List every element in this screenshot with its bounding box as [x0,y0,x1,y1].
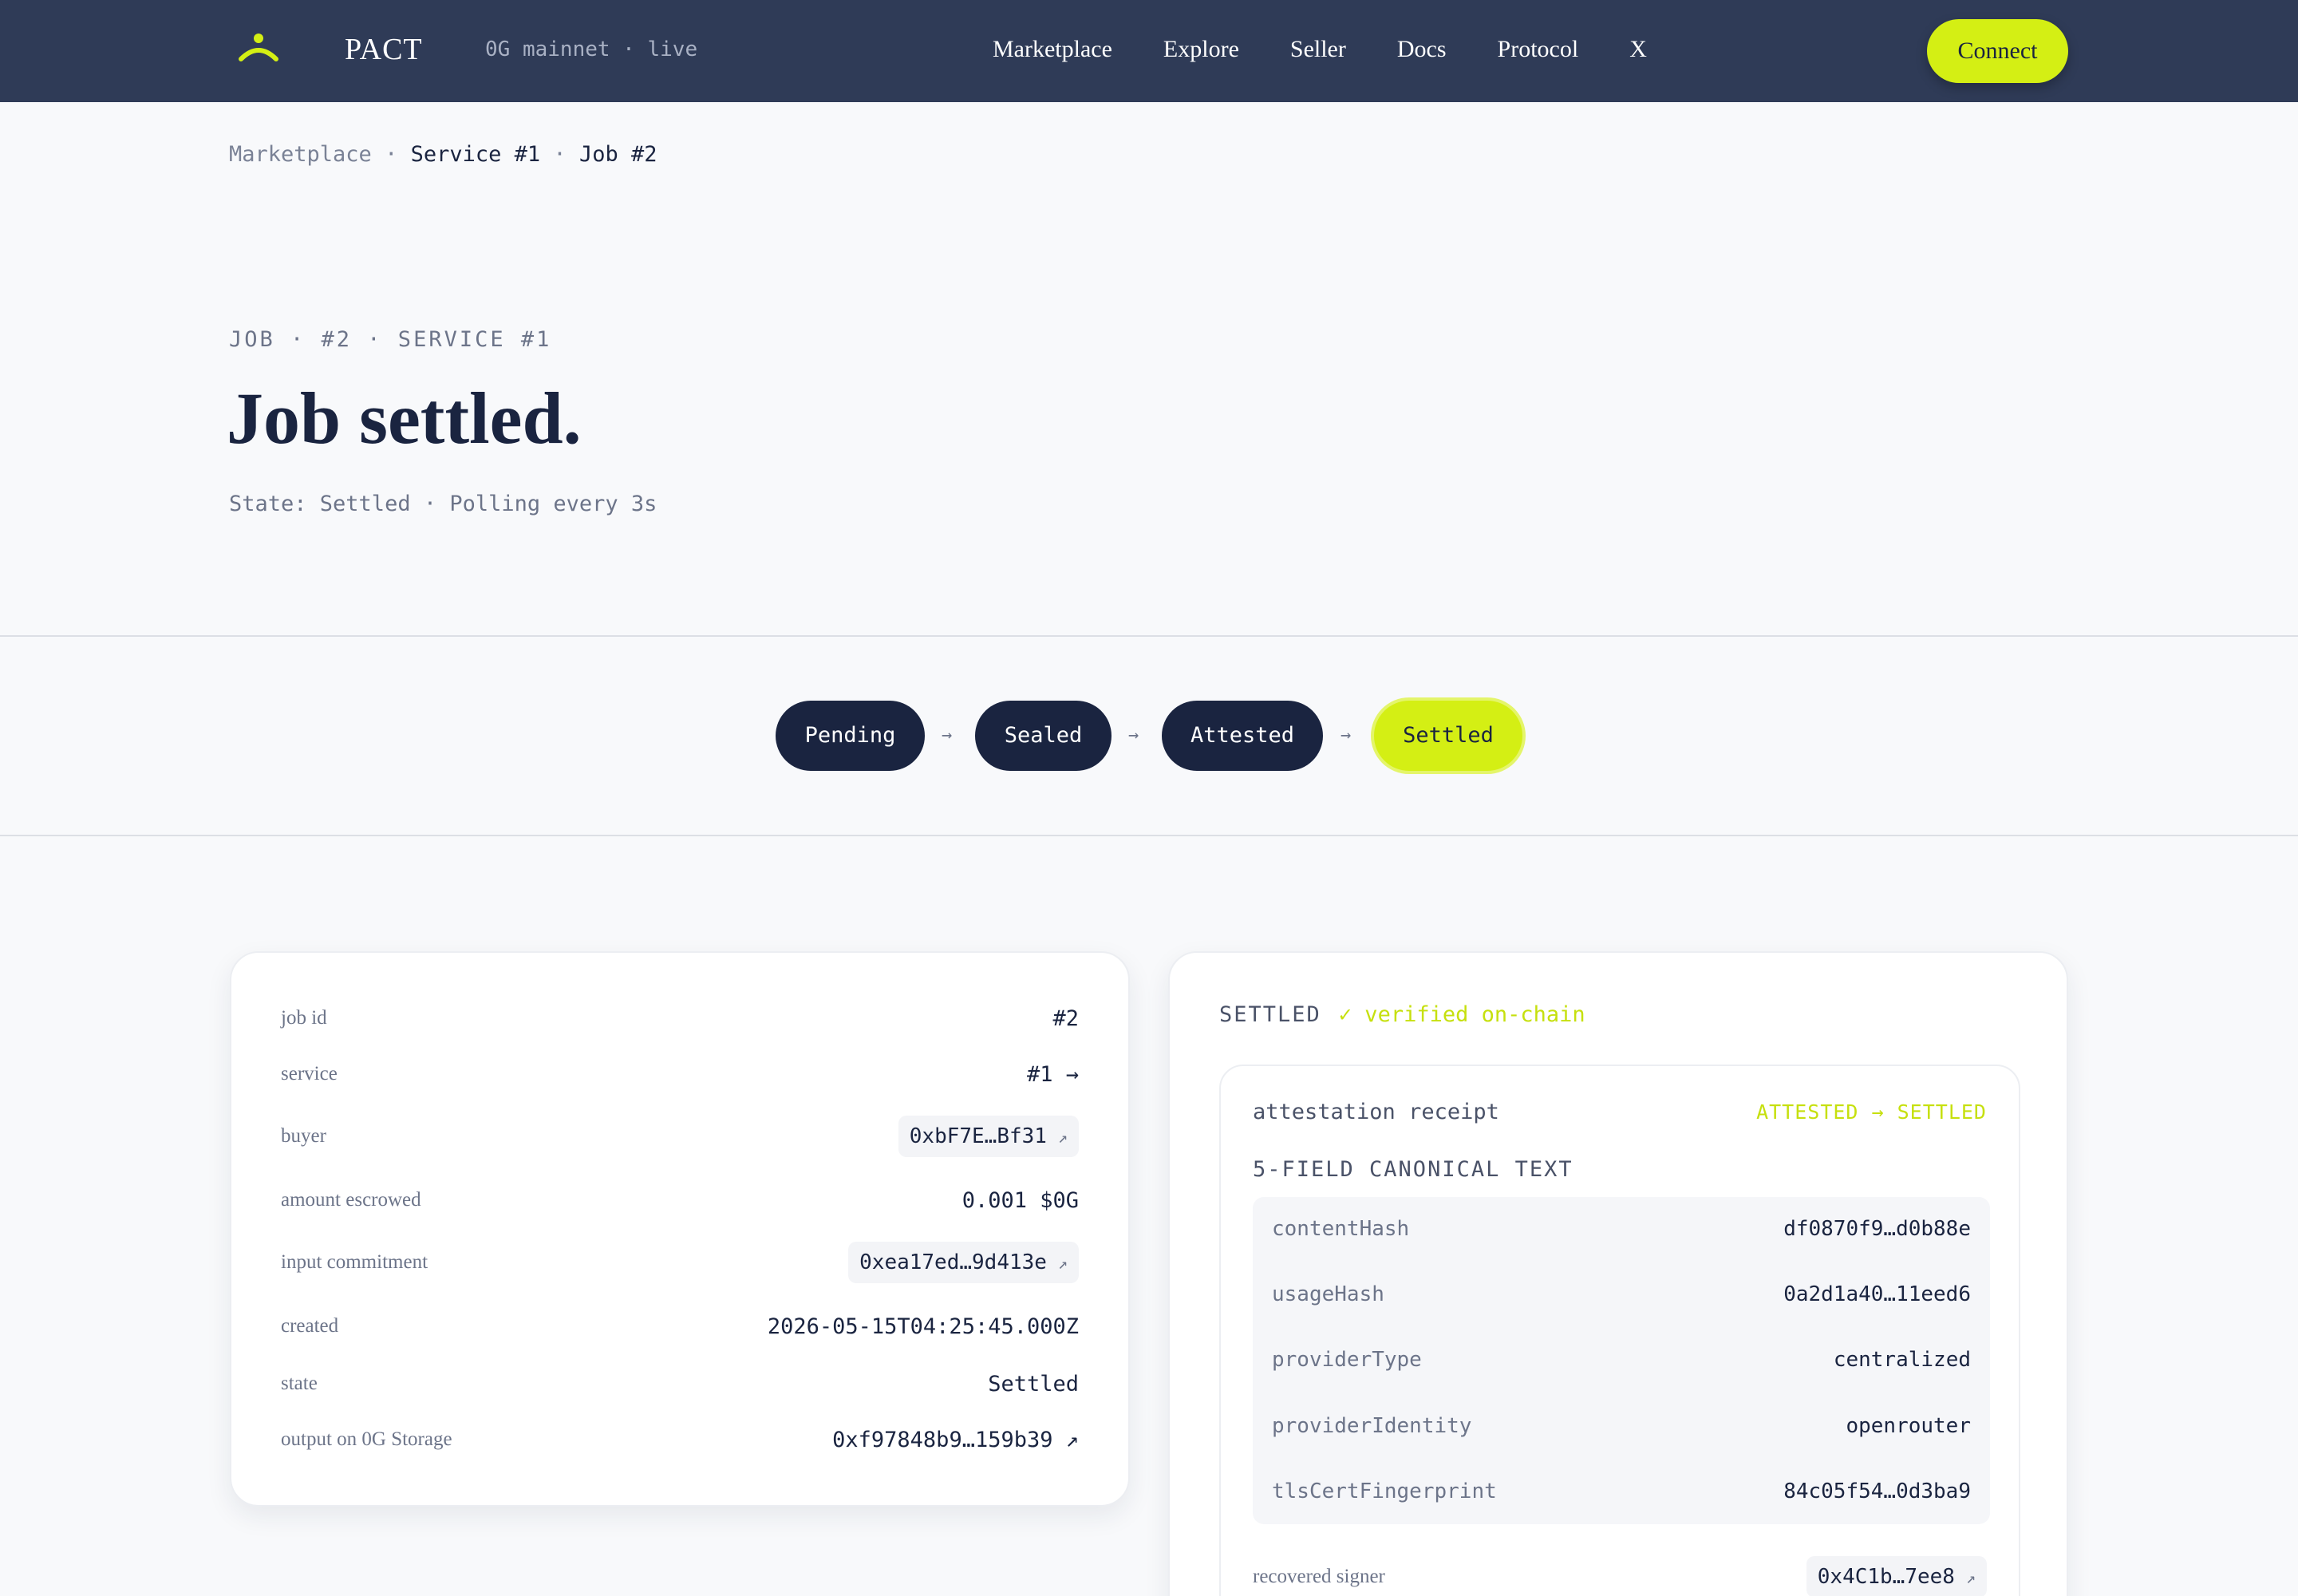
field-row: providerType centralized [1272,1342,1971,1377]
row-label: output on 0G Storage [281,1428,452,1450]
divider [0,635,2298,637]
job-details-card: job id #2 service #1 → buyer 0xbF7E…Bf31… [230,951,1130,1507]
row-label: input commitment [281,1251,428,1273]
field-value: df0870f9…d0b88e [1783,1217,1971,1241]
step-arrow: → [1128,725,1139,745]
brand-name[interactable]: PACT [345,30,423,69]
detail-row-created: created 2026-05-15T04:25:45.000Z [281,1304,1079,1349]
canonical-fields: contentHash df0870f9…d0b88e usageHash 0a… [1253,1197,1990,1524]
breadcrumb-service[interactable]: Service #1 [411,142,541,167]
external-link-icon: ↗ [1057,1128,1068,1147]
nav-link-docs[interactable]: Docs [1397,32,1447,67]
step-arrow: → [1340,725,1352,745]
service-link[interactable]: #1 → [1027,1062,1079,1087]
recovered-signer-row: recovered signer 0x4C1b…7ee8 ↗ [1253,1555,1987,1596]
state-polling-text: State: Settled · Polling every 3s [229,492,657,516]
detail-row-output: output on 0G Storage 0xf97848b9…159b39 ↗ [281,1417,1079,1462]
external-link-icon: ↗ [1965,1568,1976,1587]
field-key: tlsCertFingerprint [1272,1479,1497,1503]
field-value: openrouter [1846,1414,1971,1438]
output-storage-link[interactable]: 0xf97848b9…159b39 ↗ [832,1428,1079,1452]
step-attested: Attested [1162,701,1323,771]
pact-logo-icon[interactable] [236,30,281,69]
connect-button[interactable]: Connect [1927,19,2068,83]
breadcrumb: Marketplace · Service #1 · Job #2 [229,140,657,169]
settlement-card: SETTLED ✓ verified on-chain attestation r… [1168,951,2068,1596]
nav-link-explore[interactable]: Explore [1163,32,1239,67]
attestation-receipt: attestation receipt ATTESTED → SETTLED 5… [1219,1065,2020,1596]
chip-text: 0xea17ed…9d413e [859,1250,1047,1274]
step-settled: Settled [1374,701,1522,771]
detail-row-amount: amount escrowed 0.001 $0G [281,1178,1079,1223]
field-key: providerIdentity [1272,1414,1472,1438]
field-key: providerType [1272,1348,1422,1372]
step-sealed: Sealed [975,701,1111,771]
row-label: service [281,1063,338,1084]
nav-link-x[interactable]: X [1629,32,1647,67]
page-eyebrow: JOB · #2 · SERVICE #1 [229,327,552,352]
step-arrow: → [942,725,953,745]
row-label: buyer [281,1125,326,1147]
row-label: amount escrowed [281,1189,421,1211]
page-title: Job settled. [227,377,582,459]
detail-row-job-id: job id #2 [281,996,1079,1041]
detail-row-input-commitment: input commitment 0xea17ed…9d413e ↗ [281,1240,1079,1285]
buyer-address-chip[interactable]: 0xbF7E…Bf31 ↗ [898,1116,1079,1157]
detail-row-state: state Settled [281,1361,1079,1406]
receipt-title: attestation receipt [1253,1100,1499,1124]
field-row: contentHash df0870f9…d0b88e [1272,1211,1971,1246]
field-row: usageHash 0a2d1a40…11eed6 [1272,1277,1971,1312]
nav-link-seller[interactable]: Seller [1290,32,1346,67]
nav-links: Marketplace Explore Seller Docs Protocol… [993,32,1698,67]
field-value: 84c05f54…0d3ba9 [1783,1479,1971,1503]
canonical-text-title: 5-FIELD CANONICAL TEXT [1253,1157,1573,1182]
nav-link-marketplace[interactable]: Marketplace [993,32,1112,67]
chip-text: 0x4C1b…7ee8 [1817,1565,1955,1589]
detail-row-service: service #1 → [281,1052,1079,1096]
field-key: contentHash [1272,1217,1410,1241]
settlement-header: SETTLED ✓ verified on-chain [1219,1001,1585,1029]
step-pending: Pending [776,701,925,771]
top-nav: PACT 0G mainnet · live Marketplace Explo… [0,0,2298,102]
row-label: state [281,1373,318,1394]
verified-badge: ✓ verified on-chain [1338,1002,1585,1027]
external-link-icon: ↗ [1057,1254,1068,1273]
signer-address-chip[interactable]: 0x4C1b…7ee8 ↗ [1806,1556,1987,1596]
field-value: centralized [1833,1348,1971,1372]
row-value: 0.001 $0G [961,1187,1079,1213]
settled-status: SETTLED [1219,1002,1321,1027]
field-row: providerIdentity openrouter [1272,1408,1971,1444]
chip-text: 0xbF7E…Bf31 [909,1124,1047,1148]
row-value: #2 [1052,1005,1079,1031]
breadcrumb-separator: · [553,142,579,167]
signer-label: recovered signer [1253,1566,1385,1587]
field-row: tlsCertFingerprint 84c05f54…0d3ba9 [1272,1474,1971,1509]
row-value: Settled [988,1371,1079,1396]
receipt-state: ATTESTED → SETTLED [1756,1100,1987,1124]
state-pipeline: Pending → Sealed → Attested → Settled [0,701,2298,771]
divider [0,835,2298,836]
breadcrumb-marketplace[interactable]: Marketplace [229,142,372,167]
row-label: job id [281,1007,327,1029]
input-commitment-chip[interactable]: 0xea17ed…9d413e ↗ [848,1242,1079,1283]
row-value: 2026-05-15T04:25:45.000Z [767,1314,1079,1339]
field-key: usageHash [1272,1282,1384,1306]
breadcrumb-job: Job #2 [578,142,657,167]
field-value: 0a2d1a40…11eed6 [1783,1282,1971,1306]
detail-row-buyer: buyer 0xbF7E…Bf31 ↗ [281,1114,1079,1159]
row-label: created [281,1315,339,1337]
breadcrumb-separator: · [385,142,411,167]
nav-link-protocol[interactable]: Protocol [1498,32,1579,67]
network-status: 0G mainnet · live [485,38,698,61]
